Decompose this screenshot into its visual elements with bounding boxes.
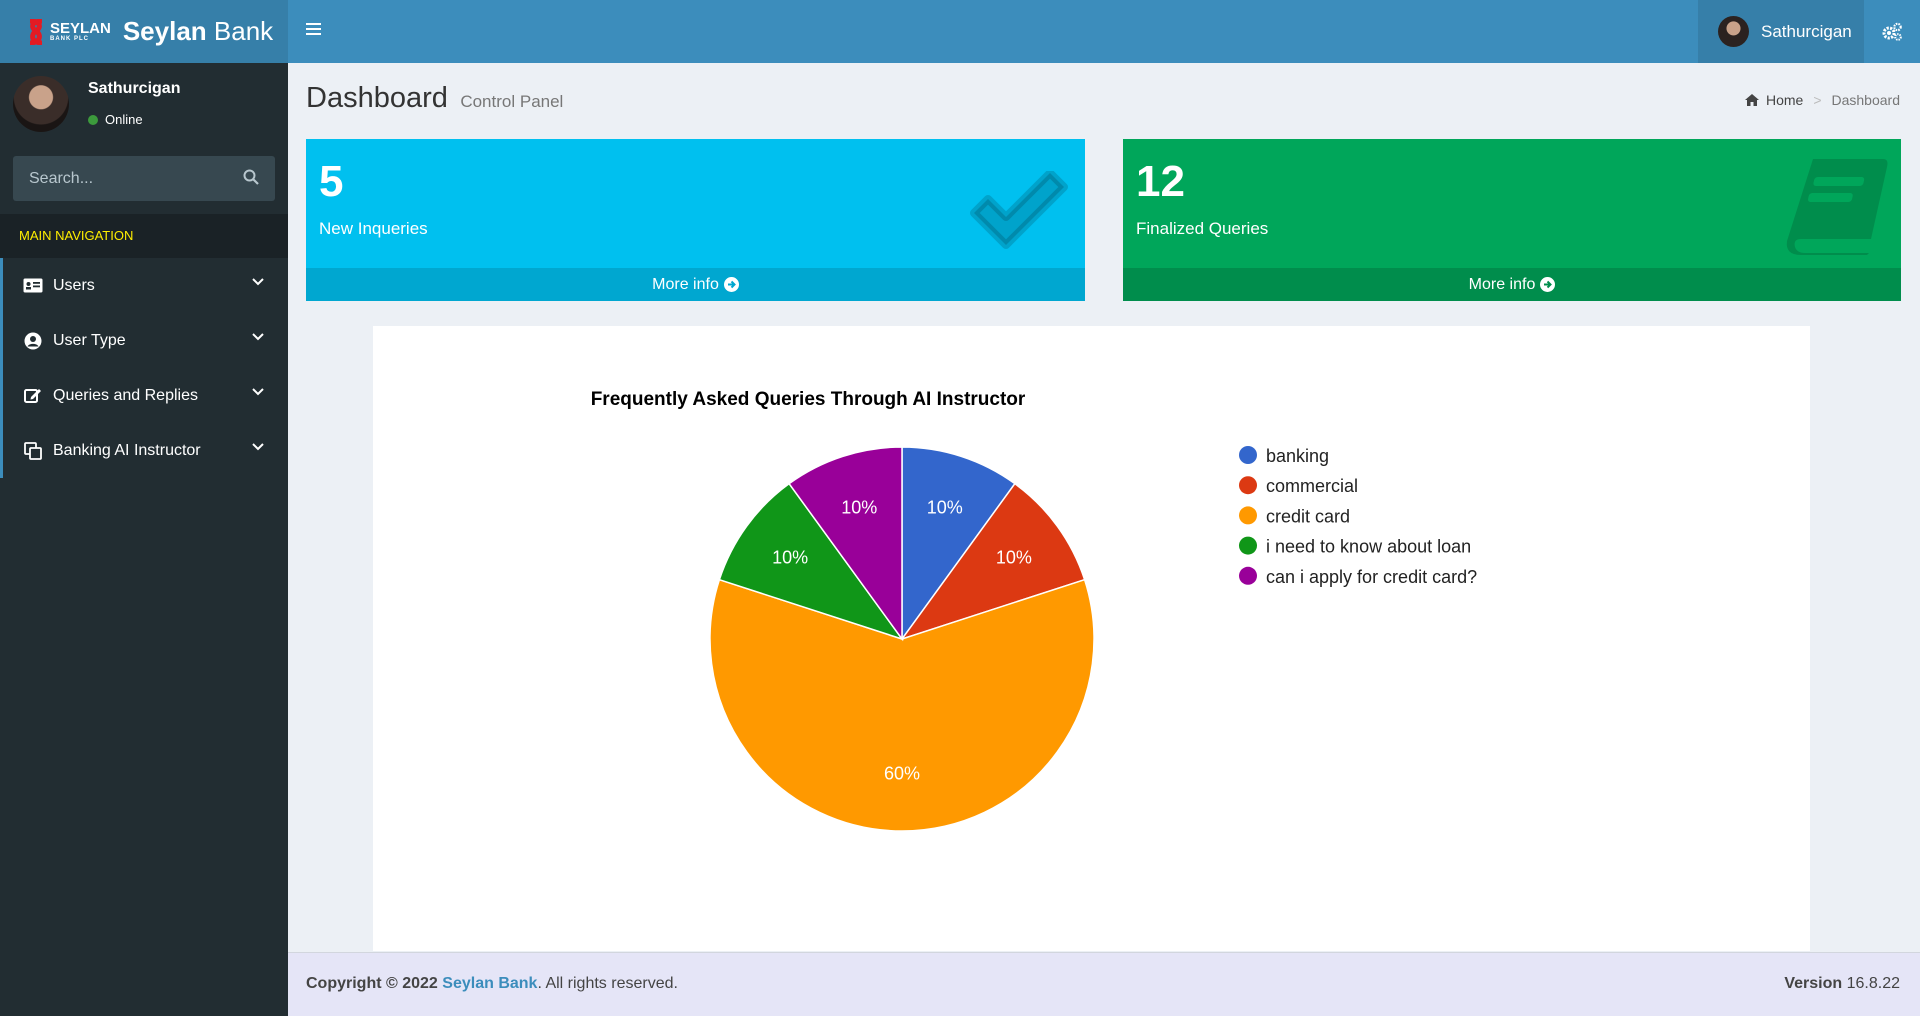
sidebar-item-users[interactable]: Users [0, 258, 288, 313]
legend-label[interactable]: i need to know about loan [1266, 537, 1471, 557]
copyright-suffix: . All rights reserved. [537, 975, 678, 992]
main-footer: Copyright © 2022 Seylan Bank. All rights… [288, 952, 1920, 1016]
legend-label[interactable]: credit card [1266, 506, 1350, 526]
home-icon [1744, 94, 1759, 106]
user-menu[interactable]: Sathurcigan [1698, 0, 1864, 63]
sidebar-avatar [13, 76, 69, 132]
avatar [1718, 16, 1749, 47]
legend-swatch [1239, 476, 1257, 495]
box-value: 5 [319, 157, 344, 206]
main-navigation: Users User Type Queries and Replies Bank… [0, 258, 288, 478]
top-navbar: Sathurcigan [288, 0, 1920, 63]
logo[interactable]: SEYLAN BANK PLC Seylan Bank [0, 0, 288, 63]
user-circle-icon [23, 332, 43, 350]
id-card-icon [23, 277, 43, 295]
chevron-down-icon [252, 388, 264, 396]
sidebar-item-label: Banking AI Instructor [53, 441, 201, 459]
new-inqueries-box: 5 New Inqueries More info [306, 139, 1085, 301]
legend-label[interactable]: commercial [1266, 476, 1358, 496]
copyright: Copyright © 2022 Seylan Bank. All rights… [306, 975, 678, 993]
chevron-down-icon [252, 333, 264, 341]
page-title: Dashboard [306, 82, 448, 114]
user-status-text: Online [105, 112, 143, 127]
more-info-label: More info [1468, 275, 1536, 293]
search-input[interactable] [13, 156, 275, 201]
pie-slice-label: 60% [884, 763, 920, 783]
legend-swatch [1239, 446, 1257, 464]
legend-swatch [1239, 566, 1257, 585]
breadcrumb-current: Dashboard [1831, 92, 1901, 108]
nav-header: MAIN NAVIGATION [0, 214, 288, 258]
version-number: 16.8.22 [1846, 975, 1900, 992]
sidebar-item-queries-and-replies[interactable]: Queries and Replies [0, 368, 288, 423]
more-info-link[interactable]: More info [306, 268, 1085, 301]
sidebar-item-user-type[interactable]: User Type [0, 313, 288, 368]
pie-slice-label: 10% [841, 498, 877, 518]
logo-text-top: SEYLAN [50, 19, 111, 37]
legend-label[interactable]: banking [1266, 446, 1329, 466]
gears-icon[interactable] [1864, 0, 1920, 63]
arrow-circle-right-icon [723, 277, 739, 292]
pie-chart: Frequently Asked Queries Through AI Inst… [591, 389, 1477, 832]
pie-slice-label: 10% [927, 498, 963, 518]
legend-swatch [1239, 536, 1257, 555]
content-header: Dashboard Control Panel [306, 82, 563, 115]
search-icon[interactable] [243, 169, 259, 185]
user-status: Online [88, 112, 143, 127]
pie-chart-panel: Frequently Asked Queries Through AI Inst… [373, 326, 1810, 951]
sidebar-user-name: Sathurcigan [88, 80, 181, 97]
pie-slice-label: 10% [996, 548, 1032, 568]
sidebar: Sathurcigan Online MAIN NAVIGATION Users… [0, 63, 288, 1016]
chart-title: Frequently Asked Queries Through AI Inst… [591, 389, 1026, 410]
page-subtitle: Control Panel [460, 92, 564, 111]
box-label: New Inqueries [319, 219, 428, 238]
arrow-circle-right-icon [1540, 277, 1556, 292]
sidebar-item-label: User Type [53, 331, 126, 349]
check-icon [970, 171, 1068, 249]
legend-swatch [1239, 506, 1257, 525]
breadcrumb-home-link[interactable]: Home [1766, 92, 1803, 108]
seylan-emblem-icon [29, 18, 43, 45]
sidebar-toggle-icon[interactable] [306, 20, 326, 42]
online-dot-icon [88, 114, 98, 125]
legend-label[interactable]: can i apply for credit card? [1266, 567, 1477, 587]
brand-title: Seylan Bank [123, 16, 273, 47]
more-info-link[interactable]: More info [1123, 268, 1901, 301]
box-value: 12 [1136, 157, 1185, 206]
edit-icon [23, 387, 43, 405]
sidebar-item-label: Users [53, 276, 95, 294]
brand-bold: Seylan [122, 16, 207, 46]
brand-light: Bank [213, 16, 274, 46]
sidebar-user-panel: Sathurcigan Online [0, 63, 288, 153]
copyright-prefix: Copyright © 2022 [306, 975, 438, 992]
pie-slice-label: 10% [772, 548, 808, 568]
version-info: Version 16.8.22 [1784, 975, 1900, 993]
more-info-label: More info [652, 275, 719, 293]
breadcrumb: Home > Dashboard [1744, 92, 1901, 108]
user-menu-name: Sathurcigan [1761, 21, 1852, 41]
box-label: Finalized Queries [1136, 219, 1269, 238]
copy-icon [23, 441, 43, 460]
sidebar-search [13, 156, 275, 201]
seylan-logo-mark: SEYLAN BANK PLC [26, 18, 111, 45]
chevron-down-icon [252, 278, 264, 286]
sidebar-item-label: Queries and Replies [53, 386, 198, 404]
book-icon [1786, 159, 1888, 255]
finalized-queries-box: 12 Finalized Queries More info [1123, 139, 1901, 301]
sidebar-item-banking-ai-instructor[interactable]: Banking AI Instructor [0, 423, 288, 478]
version-label: Version [1784, 975, 1843, 992]
chevron-down-icon [252, 443, 264, 451]
footer-brand-link[interactable]: Seylan Bank [442, 975, 537, 992]
logo-text-bottom: BANK PLC [50, 35, 89, 42]
